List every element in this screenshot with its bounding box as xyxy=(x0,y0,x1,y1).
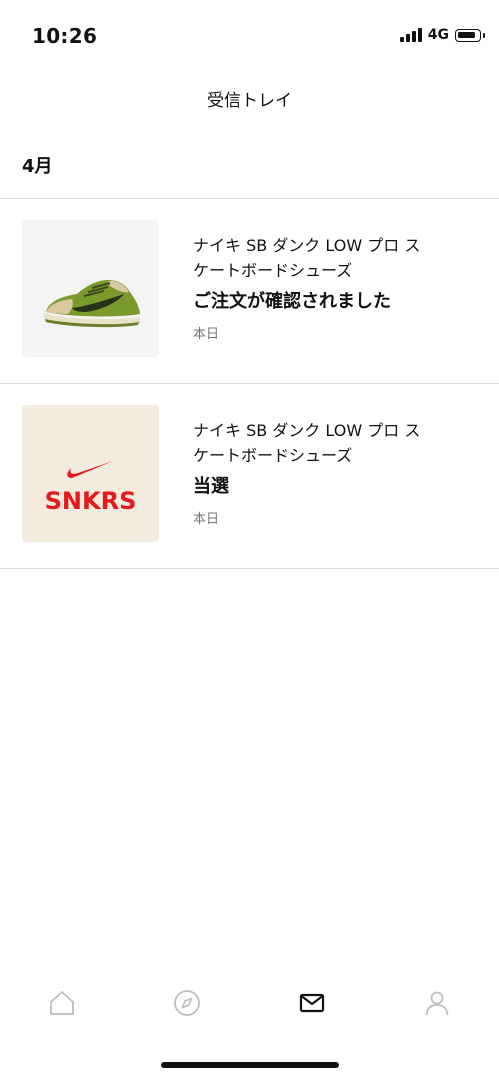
inbox-message-draw-won[interactable]: SNKRS ナイキ SB ダンク LOW プロ ス ケートボードシューズ 当選 … xyxy=(0,384,499,568)
message-product-name-line1: ナイキ SB ダンク LOW プロ ス xyxy=(193,421,421,440)
inbox-message-order-confirmed[interactable]: ナイキ SB ダンク LOW プロ ス ケートボードシューズ ご注文が確認されま… xyxy=(0,199,499,383)
status-indicators: 4G xyxy=(399,27,485,43)
message-product-name-line2: ケートボードシューズ xyxy=(193,261,353,280)
tab-home[interactable] xyxy=(0,975,125,1031)
section-heading-month: 4月 xyxy=(22,156,53,177)
battery-icon xyxy=(455,28,485,42)
status-bar: 10:26 4G xyxy=(0,0,499,60)
message-product-name-line1: ナイキ SB ダンク LOW プロ ス xyxy=(193,236,421,255)
inbox-screen: 10:26 4G 受信トレイ 4月 ナイキ SB ダンク LOW プロ ス ケー… xyxy=(0,0,499,1080)
message-status: ご注文が確認されました xyxy=(193,291,391,312)
snkrs-logo: SNKRS xyxy=(45,461,137,515)
message-thumbnail: SNKRS xyxy=(22,405,159,542)
message-text: ナイキ SB ダンク LOW プロ ス ケートボードシューズ 当選 本日 xyxy=(193,418,483,527)
swoosh-icon xyxy=(67,461,113,478)
message-status: 当選 xyxy=(193,476,229,497)
network-type: 4G xyxy=(427,27,449,43)
status-time: 10:26 xyxy=(32,24,98,48)
home-icon xyxy=(50,991,75,1015)
green-sneaker-image xyxy=(44,280,140,328)
mail-icon xyxy=(299,993,324,1013)
snkrs-logo-text: SNKRS xyxy=(45,487,137,515)
tab-profile[interactable] xyxy=(374,975,499,1031)
divider xyxy=(0,568,499,569)
message-product-name-line2: ケートボードシューズ xyxy=(193,446,353,465)
page-title: 受信トレイ xyxy=(207,91,292,111)
compass-icon xyxy=(174,990,201,1016)
signal-icon xyxy=(399,28,422,42)
home-indicator[interactable] xyxy=(161,1062,339,1068)
tab-bar xyxy=(0,975,499,1031)
message-text: ナイキ SB ダンク LOW プロ ス ケートボードシューズ ご注文が確認されま… xyxy=(193,233,483,342)
message-date: 本日 xyxy=(193,512,220,527)
message-date: 本日 xyxy=(193,327,220,342)
tab-discover[interactable] xyxy=(125,975,250,1031)
profile-icon xyxy=(425,991,449,1016)
message-thumbnail xyxy=(22,220,159,357)
tab-inbox[interactable] xyxy=(250,975,375,1031)
